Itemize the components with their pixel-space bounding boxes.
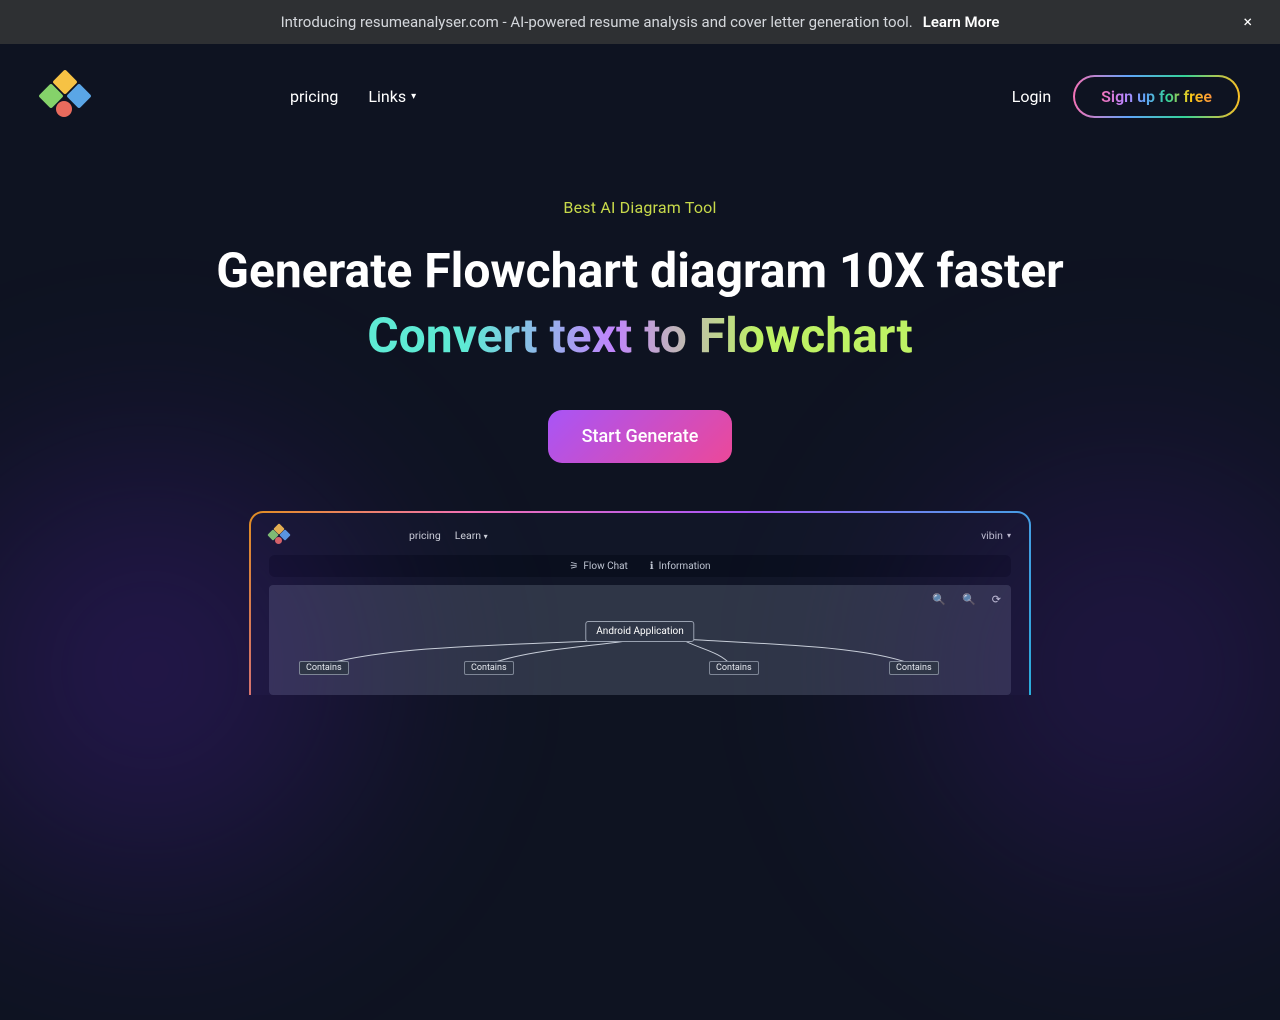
signup-button[interactable]: Sign up for free [1073, 75, 1240, 118]
flow-edge-label: Contains [464, 661, 514, 675]
demo-tabs: ⚞ Flow Chat ℹ Information [269, 555, 1011, 577]
nav-links-dropdown[interactable]: Links ▾ [368, 87, 416, 106]
flow-node-root[interactable]: Android Application [585, 621, 694, 642]
close-icon[interactable]: × [1243, 14, 1252, 30]
tab-information[interactable]: ℹ Information [650, 561, 711, 572]
demo-header: pricing Learn ▾ vibin ▾ [269, 521, 1011, 549]
tab-flowchat[interactable]: ⚞ Flow Chat [569, 561, 627, 572]
nav-pricing[interactable]: pricing [290, 87, 338, 106]
chevron-down-icon: ▾ [484, 532, 488, 541]
hero-subhead: Convert text to Flowchart [367, 307, 913, 364]
announcement-banner: Introducing resumeanalyser.com - AI-powe… [0, 0, 1280, 44]
site-header: pricing Links ▾ Login Sign up for free [0, 44, 1280, 126]
announcement-text: Introducing resumeanalyser.com - AI-powe… [281, 13, 913, 31]
hero-section: Best AI Diagram Tool Generate Flowchart … [0, 126, 1280, 463]
demo-user-label: vibin [981, 529, 1003, 542]
start-generate-label: Start Generate [582, 426, 699, 447]
flowchart-icon: ⚞ [569, 561, 578, 572]
nav-links-label: Links [368, 87, 406, 106]
tab-information-label: Information [659, 561, 711, 572]
flow-edge-label: Contains [709, 661, 759, 675]
flow-edge-label: Contains [299, 661, 349, 675]
tab-flowchat-label: Flow Chat [583, 561, 627, 572]
login-link[interactable]: Login [1012, 87, 1051, 106]
signup-label: Sign up for free [1101, 87, 1212, 106]
nav-pricing-label: pricing [290, 87, 338, 106]
login-label: Login [1012, 87, 1051, 106]
demo-nav-learn-label: Learn [455, 529, 481, 542]
primary-nav: pricing Links ▾ [290, 87, 416, 106]
demo-canvas[interactable]: 🔍 🔍 ⟳ Android Application Contains Conta… [269, 585, 1011, 695]
hero-eyebrow: Best AI Diagram Tool [0, 198, 1280, 217]
info-icon: ℹ [650, 561, 654, 572]
chevron-down-icon: ▾ [1007, 531, 1011, 540]
demo-user-menu[interactable]: vibin ▾ [981, 529, 1011, 542]
chevron-down-icon: ▾ [411, 91, 416, 102]
demo-nav-learn[interactable]: Learn ▾ [455, 529, 488, 542]
hero-headline: Generate Flowchart diagram 10X faster [190, 241, 1090, 301]
site-logo[interactable] [40, 71, 90, 121]
start-generate-button[interactable]: Start Generate [548, 410, 733, 463]
demo-nav-pricing[interactable]: pricing [409, 529, 441, 542]
announcement-learn-more-link[interactable]: Learn More [923, 13, 1000, 31]
flow-edge-label: Contains [889, 661, 939, 675]
demo-logo [269, 525, 289, 545]
demo-window: pricing Learn ▾ vibin ▾ ⚞ Flow Chat [249, 511, 1031, 695]
